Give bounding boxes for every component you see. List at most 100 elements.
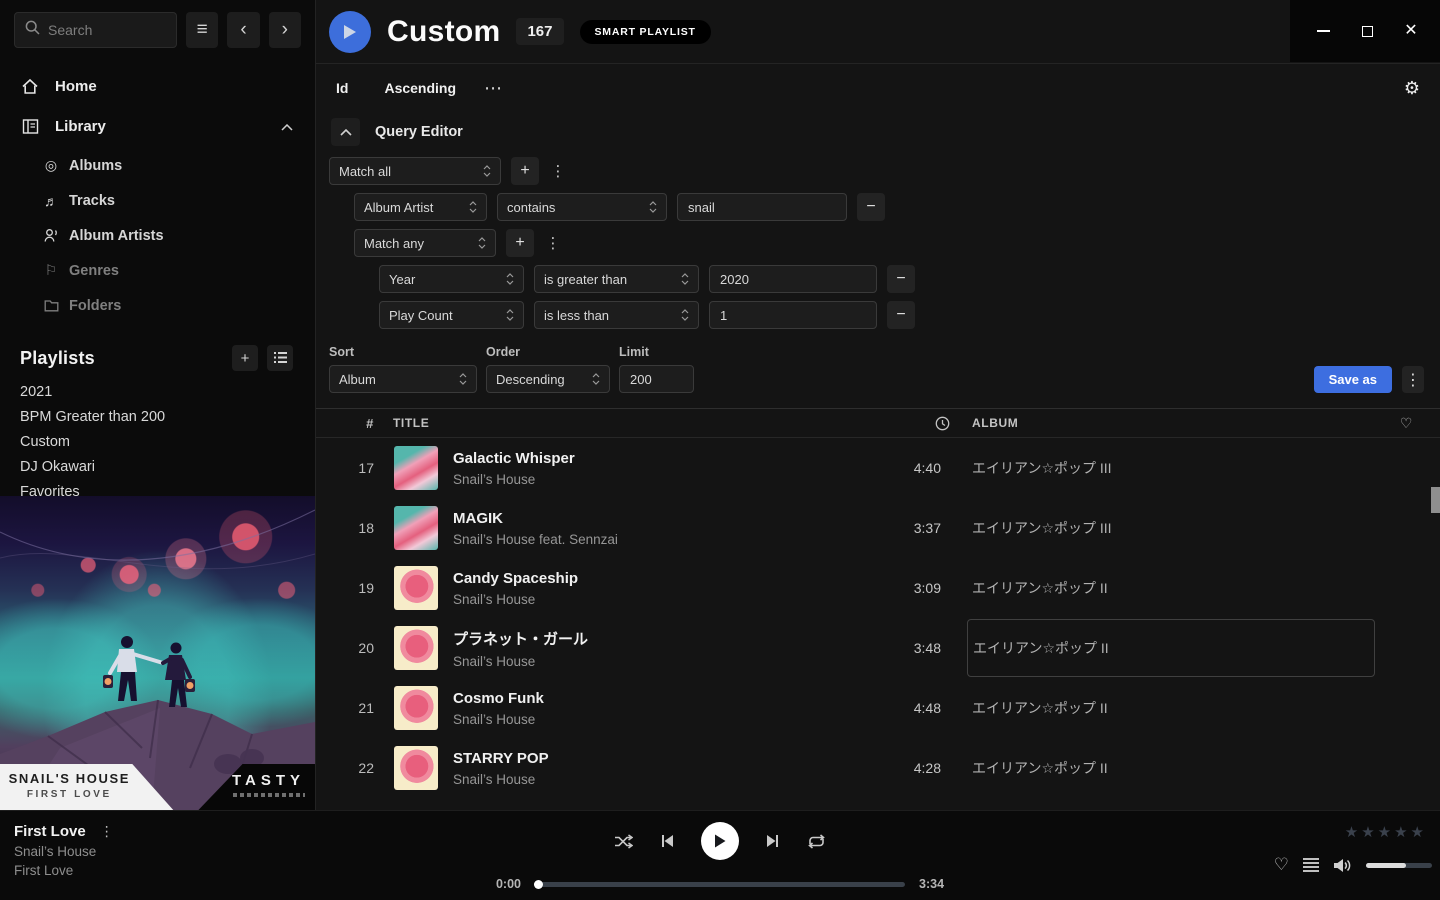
remove-rule-button[interactable]: −	[887, 301, 915, 329]
menu-button[interactable]: ≡	[186, 12, 218, 48]
track-album[interactable]: エイリアン☆ポップ III	[967, 498, 1387, 558]
updown-chevron-icon	[649, 200, 657, 214]
list-toolbar: Id Ascending ⋯ ⚙	[316, 64, 1440, 112]
query-editor-collapse-button[interactable]	[331, 118, 360, 146]
forward-button[interactable]: ›	[269, 12, 301, 48]
rating-stars[interactable]: ★ ★ ★ ★ ★	[1345, 823, 1424, 841]
collapse-chevron-icon[interactable]	[281, 118, 293, 135]
sort-direction-button[interactable]: Ascending	[384, 80, 456, 96]
column-header-title[interactable]: TITLE	[380, 416, 897, 430]
sidebar-item-tracks[interactable]: ♬ Tracks	[0, 183, 315, 218]
track-album[interactable]: エイリアン☆ポップ II	[967, 738, 1387, 798]
speaker-icon	[1333, 858, 1352, 873]
table-row[interactable]: 22 STARRY POP Snail’s House 4:28 エイリアン☆ポ…	[316, 738, 1440, 798]
play-playlist-button[interactable]	[329, 11, 371, 53]
playlist-item[interactable]: DJ Okawari	[0, 454, 315, 479]
group-rule-field-select[interactable]: Play Count	[379, 301, 524, 329]
next-button[interactable]	[766, 834, 780, 848]
group-rule-field-select[interactable]: Year	[379, 265, 524, 293]
skip-back-icon	[660, 834, 674, 848]
rule-menu-button[interactable]: ⋮	[549, 157, 567, 185]
track-album[interactable]: エイリアン☆ポップ II	[967, 678, 1387, 738]
sidebar-item-home[interactable]: Home	[0, 66, 315, 106]
star-icon[interactable]: ★	[1361, 823, 1374, 841]
playlist-list-button[interactable]	[267, 345, 293, 371]
star-icon[interactable]: ★	[1394, 823, 1407, 841]
table-row[interactable]: 17 Galactic Whisper Snail’s House 4:40 エ…	[316, 438, 1440, 498]
group-rule-value-input[interactable]	[709, 265, 877, 293]
table-row[interactable]: 20 プラネット・ガール Snail’s House 3:48 エイリアン☆ポッ…	[316, 618, 1440, 678]
column-header-album[interactable]: ALBUM	[967, 416, 1387, 430]
add-playlist-button[interactable]: +	[232, 345, 258, 371]
previous-button[interactable]	[660, 834, 674, 848]
back-button[interactable]: ‹	[227, 12, 259, 48]
query-limit-input[interactable]	[619, 365, 694, 393]
playlist-item[interactable]: BPM Greater than 200	[0, 404, 315, 429]
sidebar-item-album-artists[interactable]: Album Artists	[0, 218, 315, 253]
scrollbar-thumb[interactable]	[1431, 487, 1440, 513]
add-group-rule-button[interactable]: +	[506, 229, 534, 257]
sidebar-item-folders[interactable]: Folders	[0, 288, 315, 323]
order-label: Order	[486, 345, 610, 359]
save-as-button[interactable]: Save as	[1314, 366, 1392, 393]
column-header-index[interactable]: #	[316, 416, 380, 431]
match-type-select[interactable]: Match all	[329, 157, 501, 185]
volume-slider[interactable]	[1366, 863, 1432, 868]
updown-chevron-icon	[483, 164, 491, 178]
seek-thumb[interactable]	[534, 880, 543, 889]
total-time: 3:34	[919, 877, 944, 891]
repeat-button[interactable]	[807, 834, 826, 849]
more-options-button[interactable]: ⋯	[484, 78, 504, 99]
column-header-favorite[interactable]: ♡	[1387, 415, 1440, 432]
favorite-button[interactable]: ♡	[1274, 855, 1289, 875]
maximize-icon	[1362, 26, 1373, 37]
sidebar-item-albums[interactable]: ◎ Albums	[0, 148, 315, 183]
playlist-item[interactable]: 2021	[0, 379, 315, 404]
repeat-icon	[807, 834, 826, 849]
group-menu-button[interactable]: ⋮	[544, 229, 562, 257]
table-row[interactable]: 19 Candy Spaceship Snail’s House 3:09 エイ…	[316, 558, 1440, 618]
table-row[interactable]: 18 MAGIK Snail’s House feat. Sennzai 3:3…	[316, 498, 1440, 558]
albums-icon: ◎	[42, 157, 60, 174]
sort-field-button[interactable]: Id	[336, 80, 348, 96]
sidebar-item-library[interactable]: Library	[0, 106, 315, 146]
remove-rule-button[interactable]: −	[857, 193, 885, 221]
column-header-duration[interactable]	[897, 416, 967, 431]
rule-value-input[interactable]	[677, 193, 847, 221]
maximize-button[interactable]	[1360, 24, 1374, 38]
add-rule-button[interactable]: +	[511, 157, 539, 185]
star-icon[interactable]: ★	[1411, 823, 1424, 841]
rule-field-select[interactable]: Album Artist	[354, 193, 487, 221]
rule-operator-select[interactable]: contains	[497, 193, 667, 221]
search-input[interactable]	[48, 22, 166, 38]
remove-rule-button[interactable]: −	[887, 265, 915, 293]
query-sort-select[interactable]: Album	[329, 365, 477, 393]
search-box[interactable]	[14, 12, 177, 48]
track-album-focused[interactable]: エイリアン☆ポップ II	[967, 619, 1375, 677]
close-button[interactable]: ✕	[1404, 24, 1418, 38]
star-icon[interactable]: ★	[1378, 823, 1391, 841]
shuffle-button[interactable]	[614, 834, 633, 849]
save-menu-button[interactable]: ⋮	[1402, 366, 1424, 393]
seek-bar[interactable]	[535, 882, 905, 887]
star-icon[interactable]: ★	[1345, 823, 1358, 841]
track-album[interactable]: エイリアン☆ポップ II	[967, 558, 1387, 618]
query-order-select[interactable]: Descending	[486, 365, 610, 393]
playlist-item[interactable]: Custom	[0, 429, 315, 454]
table-row[interactable]: 21 Cosmo Funk Snail’s House 4:48 エイリアン☆ポ…	[316, 678, 1440, 738]
query-editor-title: Query Editor	[375, 124, 463, 140]
gear-icon[interactable]: ⚙	[1404, 78, 1420, 99]
group-match-type-select[interactable]: Match any	[354, 229, 496, 257]
minimize-button[interactable]	[1316, 24, 1330, 38]
play-pause-button[interactable]	[701, 822, 739, 860]
now-playing-menu-button[interactable]: ⋮	[100, 823, 114, 840]
volume-button[interactable]	[1333, 858, 1352, 873]
queue-button[interactable]	[1303, 858, 1319, 872]
group-rule-operator-select[interactable]: is greater than	[534, 265, 699, 293]
updown-chevron-icon	[681, 272, 689, 286]
group-rule-value-input[interactable]	[709, 301, 877, 329]
sidebar-item-genres[interactable]: ⚐ Genres	[0, 253, 315, 288]
track-title: Cosmo Funk	[453, 690, 897, 707]
track-album[interactable]: エイリアン☆ポップ III	[967, 438, 1387, 498]
group-rule-operator-select[interactable]: is less than	[534, 301, 699, 329]
